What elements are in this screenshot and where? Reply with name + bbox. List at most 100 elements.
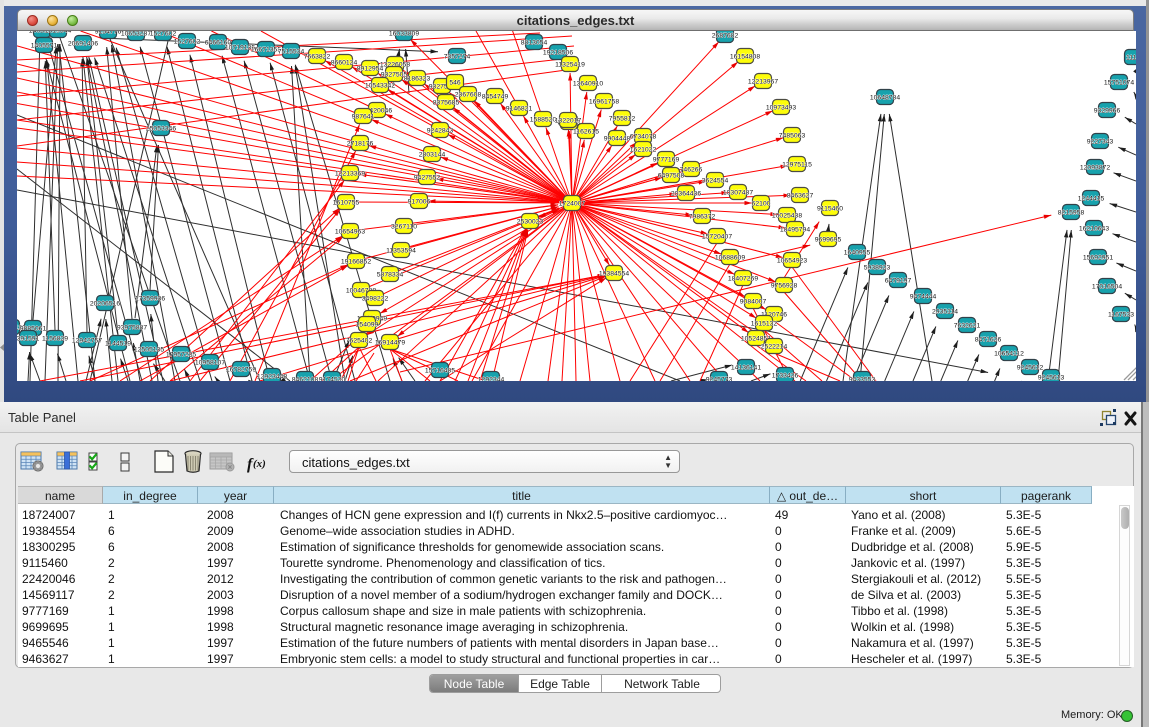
svg-text:7357274: 7357274 <box>444 53 471 60</box>
svg-text:(x): (x) <box>253 458 266 470</box>
svg-text:1588520: 1588520 <box>530 116 557 123</box>
svg-text:10653287: 10653287 <box>121 31 151 37</box>
svg-text:1292344: 1292344 <box>478 376 505 381</box>
svg-text:93975887: 93975887 <box>117 324 147 331</box>
svg-text:6734078: 6734078 <box>630 133 657 140</box>
svg-text:9777169: 9777169 <box>653 156 680 163</box>
svg-text:20691406: 20691406 <box>68 40 98 47</box>
svg-text:9329966: 9329966 <box>1094 107 1121 114</box>
svg-text:15692951: 15692951 <box>1083 254 1113 261</box>
svg-text:1724007: 1724007 <box>559 200 586 207</box>
svg-text:9433553: 9433553 <box>849 376 876 381</box>
svg-text:9227343: 9227343 <box>1087 138 1114 145</box>
svg-text:12213369: 12213369 <box>335 170 365 177</box>
svg-text:12213967: 12213967 <box>748 78 778 85</box>
svg-text:17016504: 17016504 <box>1092 283 1122 290</box>
svg-text:1621022: 1621022 <box>630 146 657 153</box>
svg-text:1144519: 1144519 <box>105 340 131 347</box>
svg-text:1162615: 1162615 <box>573 128 599 135</box>
svg-text:12975115: 12975115 <box>782 161 812 168</box>
svg-text:1640955: 1640955 <box>844 249 871 256</box>
svg-text:2935114: 2935114 <box>932 308 958 315</box>
svg-text:1112: 1112 <box>1126 54 1136 61</box>
svg-text:8215958: 8215958 <box>1058 209 1085 216</box>
svg-text:19218506: 19218506 <box>543 49 573 56</box>
svg-text:9245612: 9245612 <box>1017 364 1044 371</box>
svg-text:8462108: 8462108 <box>292 376 319 381</box>
svg-text:7515534: 7515534 <box>278 48 305 55</box>
svg-text:12505135: 12505135 <box>134 346 164 353</box>
svg-text:10654923: 10654923 <box>777 257 807 264</box>
svg-text:9154776: 9154776 <box>95 31 122 35</box>
svg-text:9084007: 9084007 <box>740 298 767 305</box>
svg-text:9427552: 9427552 <box>414 174 441 181</box>
svg-text:10654112: 10654112 <box>994 350 1024 357</box>
svg-text:1244415: 1244415 <box>1078 195 1105 202</box>
svg-text:11325419: 11325419 <box>555 61 585 68</box>
svg-text:917006: 917006 <box>408 198 431 205</box>
svg-text:15716485: 15716485 <box>425 367 455 374</box>
svg-text:20364436: 20364436 <box>671 190 701 197</box>
svg-text:7632621: 7632621 <box>954 322 981 329</box>
svg-text:1610755: 1610755 <box>333 199 360 206</box>
svg-text:2367608: 2367608 <box>455 91 482 98</box>
svg-text:13640910: 13640910 <box>573 80 603 87</box>
svg-text:16961758: 16961758 <box>589 98 619 105</box>
svg-text:10543342: 10543342 <box>365 82 395 89</box>
svg-text:546: 546 <box>449 79 461 86</box>
svg-text:6497508: 6497508 <box>658 172 685 179</box>
svg-text:20206516: 20206516 <box>90 300 120 307</box>
svg-text:154099: 154099 <box>356 321 379 328</box>
svg-text:8463627: 8463627 <box>787 192 814 199</box>
svg-text:7955812: 7955812 <box>609 115 636 122</box>
svg-text:8454749: 8454749 <box>482 93 509 100</box>
svg-text:2522214: 2522214 <box>761 343 788 350</box>
svg-text:9699695: 9699695 <box>815 236 842 243</box>
svg-text:10688609: 10688609 <box>715 254 745 261</box>
svg-text:19166852: 19166852 <box>341 258 371 265</box>
svg-text:9245773: 9245773 <box>706 376 733 381</box>
svg-text:18407269: 18407269 <box>728 275 758 282</box>
svg-text:8471626: 8471626 <box>975 336 1002 343</box>
svg-text:8660124: 8660124 <box>331 59 358 66</box>
svg-text:12093872: 12093872 <box>1080 164 1110 171</box>
svg-text:1156829: 1156829 <box>42 335 68 342</box>
svg-text:9115460: 9115460 <box>817 205 843 212</box>
svg-text:16154808: 16154808 <box>730 53 760 60</box>
svg-text:5938923: 5938923 <box>864 264 891 271</box>
svg-text:9756928: 9756928 <box>771 282 798 289</box>
svg-text:17957225: 17957225 <box>166 351 196 358</box>
svg-text:8813054: 8813054 <box>521 39 548 46</box>
svg-text:2687682: 2687682 <box>712 32 739 39</box>
svg-text:12923448: 12923448 <box>257 373 287 380</box>
svg-text:1322017: 1322017 <box>555 117 582 124</box>
svg-text:10958107: 10958107 <box>195 359 225 366</box>
svg-text:8375685: 8375685 <box>433 99 460 106</box>
svg-text:9242843: 9242843 <box>427 127 454 134</box>
svg-text:1167533: 1167533 <box>1108 311 1134 318</box>
svg-text:14136141: 14136141 <box>731 364 761 371</box>
svg-text:16782759: 16782759 <box>226 366 256 373</box>
svg-text:8186323: 8186323 <box>404 75 431 82</box>
svg-text:1527602: 1527602 <box>150 31 177 37</box>
svg-text:3267110: 3267110 <box>391 223 417 230</box>
svg-text:7625402: 7625402 <box>346 337 373 344</box>
svg-text:62100: 62100 <box>752 200 771 207</box>
svg-text:1405571: 1405571 <box>31 42 58 49</box>
svg-text:16033809: 16033809 <box>389 31 419 37</box>
svg-text:10973493: 10973493 <box>766 104 796 111</box>
svg-text:3498222: 3498222 <box>362 295 389 302</box>
svg-text:9904448: 9904448 <box>604 135 631 142</box>
svg-text:9146821: 9146821 <box>506 105 533 112</box>
svg-text:25053346: 25053346 <box>146 125 176 132</box>
svg-text:11353594: 11353594 <box>386 247 416 254</box>
svg-text:2803144: 2803144 <box>419 151 446 158</box>
svg-text:16914479: 16914479 <box>375 339 405 346</box>
svg-text:7986372: 7986372 <box>689 213 716 220</box>
svg-text:12942757: 12942757 <box>72 337 102 344</box>
svg-text:7663822: 7663822 <box>304 53 331 60</box>
svg-text:16210643: 16210643 <box>1079 225 1109 232</box>
svg-text:10025438: 10025438 <box>772 212 802 219</box>
svg-text:15751074: 15751074 <box>1104 79 1134 86</box>
svg-text:1733426: 1733426 <box>772 372 799 379</box>
